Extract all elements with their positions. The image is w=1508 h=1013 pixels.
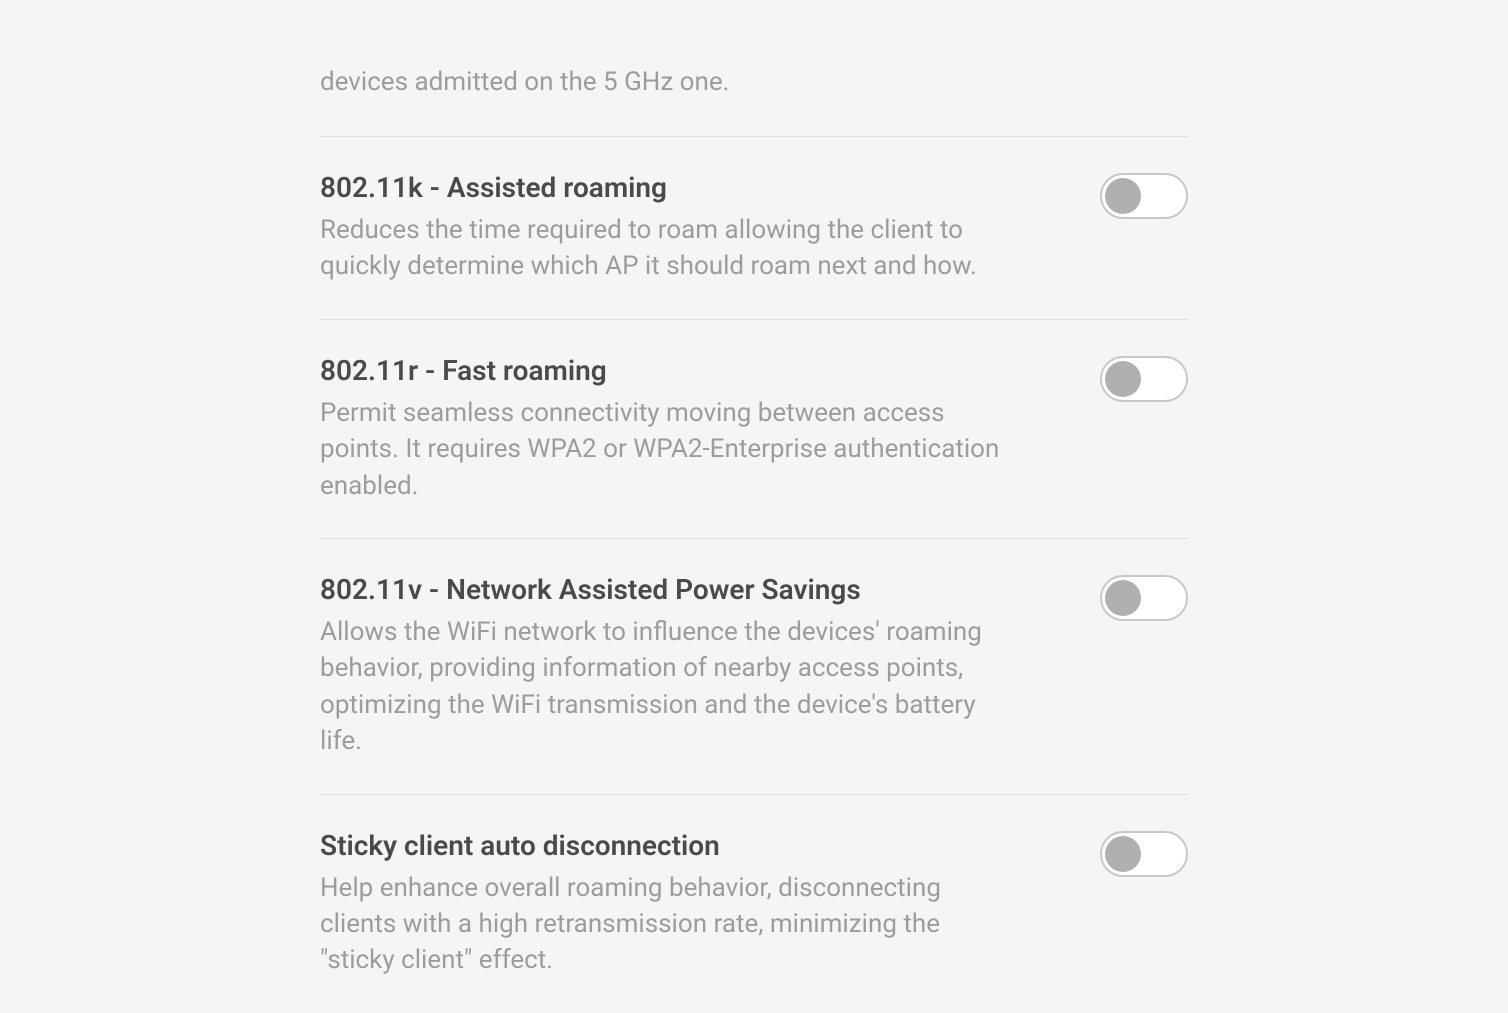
setting-description: Help enhance overall roaming behavior, d… — [320, 870, 1000, 979]
toggle-knob — [1105, 361, 1141, 397]
partial-previous-row: devices admitted on the 5 GHz one. — [320, 0, 1188, 136]
setting-title: Sticky client auto disconnection — [320, 829, 1000, 862]
partial-description-text: devices admitted on the 5 GHz one. — [320, 64, 730, 100]
setting-row-fast-roaming: 802.11r - Fast roaming Permit seamless c… — [320, 320, 1188, 538]
setting-text: 802.11k - Assisted roaming Reduces the t… — [320, 171, 1040, 285]
setting-row-assisted-roaming: 802.11k - Assisted roaming Reduces the t… — [320, 137, 1188, 319]
setting-text: 802.11v - Network Assisted Power Savings… — [320, 573, 1040, 760]
setting-title: 802.11r - Fast roaming — [320, 354, 1000, 387]
setting-text: 802.11r - Fast roaming Permit seamless c… — [320, 354, 1040, 504]
setting-title: 802.11k - Assisted roaming — [320, 171, 1000, 204]
setting-description: Allows the WiFi network to influence the… — [320, 614, 1000, 760]
toggle-power-savings[interactable] — [1100, 575, 1188, 621]
setting-text: Sticky client auto disconnection Help en… — [320, 829, 1040, 979]
setting-row-sticky-client: Sticky client auto disconnection Help en… — [320, 795, 1188, 1013]
settings-container: devices admitted on the 5 GHz one. 802.1… — [320, 0, 1188, 1013]
toggle-fast-roaming[interactable] — [1100, 356, 1188, 402]
toggle-knob — [1105, 580, 1141, 616]
setting-row-power-savings: 802.11v - Network Assisted Power Savings… — [320, 539, 1188, 794]
setting-description: Permit seamless connectivity moving betw… — [320, 395, 1000, 504]
toggle-knob — [1105, 178, 1141, 214]
toggle-sticky-client[interactable] — [1100, 831, 1188, 877]
toggle-assisted-roaming[interactable] — [1100, 173, 1188, 219]
setting-description: Reduces the time required to roam allowi… — [320, 212, 1000, 285]
setting-title: 802.11v - Network Assisted Power Savings — [320, 573, 1000, 606]
toggle-knob — [1105, 836, 1141, 872]
